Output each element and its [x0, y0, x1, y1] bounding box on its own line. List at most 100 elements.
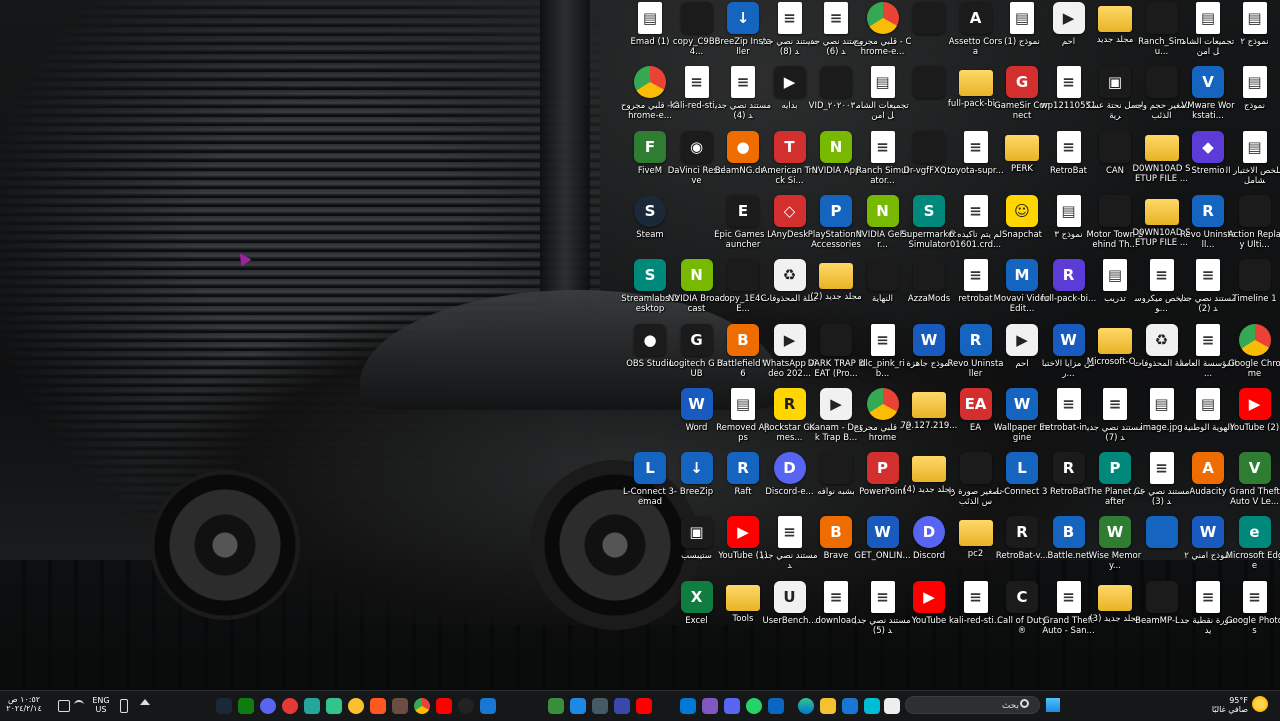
- taskbar-app-icon[interactable]: [570, 698, 586, 714]
- text-doc-icon: ≡: [1057, 388, 1081, 420]
- recycle-icon: ♻: [774, 259, 806, 291]
- clock-time: ١٠:٥٢ ص: [4, 695, 44, 704]
- obs-icon: ●: [634, 324, 666, 356]
- taskbar-app-icon[interactable]: [702, 698, 718, 714]
- search-icon: [1020, 699, 1029, 708]
- taskbar-es-icon[interactable]: [680, 698, 696, 714]
- vmware-icon: V: [1192, 66, 1224, 98]
- taskbar-obs-icon[interactable]: [282, 698, 298, 714]
- taskbar-app-icon[interactable]: [548, 698, 564, 714]
- text-doc-icon: ≡: [871, 324, 895, 356]
- desktop-icon[interactable]: Timeline 1: [1226, 257, 1280, 319]
- movavi-icon: M: [1006, 259, 1038, 291]
- epic-icon: E: [727, 195, 759, 227]
- clock-date: ٢٠٢٤/٢/١٤: [4, 704, 44, 713]
- image-icon: ▣: [1099, 66, 1131, 98]
- desktop-icon[interactable]: VGrand Theft Auto V Le...: [1226, 450, 1280, 512]
- folder-icon: [1005, 135, 1039, 161]
- taskbar-app-icon[interactable]: [304, 698, 320, 714]
- media-icon: ▶: [774, 324, 806, 356]
- speaker-icon[interactable]: [58, 700, 70, 712]
- folder-icon: [912, 392, 946, 418]
- taskbar-brave-icon[interactable]: [370, 698, 386, 714]
- text-doc-icon: ≡: [824, 581, 848, 613]
- supermarket-icon: S: [913, 195, 945, 227]
- text-doc-icon: ≡: [1150, 452, 1174, 484]
- taskbar-app-icon[interactable]: [884, 698, 900, 714]
- nvidia-icon: N: [820, 131, 852, 163]
- weather-widget[interactable]: 95°F صافي غالبًا: [1196, 696, 1248, 714]
- edge-icon: e: [1239, 516, 1271, 548]
- taskbar-app-icon[interactable]: [480, 698, 496, 714]
- text-doc-icon: ≡: [871, 581, 895, 613]
- pdf-doc-icon: ▤: [1243, 66, 1267, 98]
- word-icon: W: [1053, 324, 1085, 356]
- desktop-icon[interactable]: ▤نموذج: [1226, 64, 1280, 126]
- taskbar-discord-icon[interactable]: [260, 698, 276, 714]
- taskbar-app-icon[interactable]: [864, 698, 880, 714]
- wifi-icon[interactable]: [74, 700, 84, 710]
- chevron-up-icon[interactable]: [140, 699, 150, 705]
- folder-icon: [819, 263, 853, 289]
- taskbar-steam-icon[interactable]: [216, 698, 232, 714]
- language-code: ENG: [90, 696, 112, 705]
- discord-icon: D: [774, 452, 806, 484]
- breezip-icon: ↓: [681, 452, 713, 484]
- text-doc-icon: ≡: [778, 2, 802, 34]
- taskbar-app-icon[interactable]: [768, 698, 784, 714]
- dark-file-icon: [820, 452, 852, 484]
- logitech-icon: G: [681, 324, 713, 356]
- desktop-icon-label: Steam: [621, 230, 679, 240]
- desktop-icon[interactable]: ▤نموذج ٢: [1226, 0, 1280, 62]
- taskbar-streamlabs-icon[interactable]: [326, 698, 342, 714]
- word-icon: W: [1192, 516, 1224, 548]
- taskbar-logitech-icon[interactable]: [458, 698, 474, 714]
- taskbar-edge-icon[interactable]: [798, 698, 814, 714]
- youtube-icon: ▶: [1239, 388, 1271, 420]
- taskbar-app-icon[interactable]: [392, 698, 408, 714]
- text-doc-icon: ≡: [871, 131, 895, 163]
- davinci-icon: ◉: [681, 131, 713, 163]
- media-icon: ▶: [820, 388, 852, 420]
- text-doc-icon: ≡: [1057, 66, 1081, 98]
- chrome-icon: [867, 2, 899, 34]
- pdf-doc-icon: ▤: [731, 388, 755, 420]
- taskbar-app-icon[interactable]: [614, 698, 630, 714]
- text-doc-icon: ≡: [1196, 259, 1220, 291]
- windows-start-button[interactable]: [1046, 698, 1060, 712]
- clock[interactable]: ١٠:٥٢ ص ٢٠٢٤/٢/١٤: [4, 695, 44, 713]
- taskbar-whatsapp-icon[interactable]: [746, 698, 762, 714]
- powerpoint-icon: P: [867, 452, 899, 484]
- battery-icon[interactable]: [120, 699, 128, 713]
- taskbar-youtube-icon[interactable]: [636, 698, 652, 714]
- dark-file-icon: [867, 259, 899, 291]
- gamesir-icon: G: [1006, 66, 1038, 98]
- desktop-icon[interactable]: eMicrosoft Edge: [1226, 514, 1280, 576]
- language-indicator[interactable]: ENG US: [90, 696, 112, 714]
- taskbar-youtube-icon[interactable]: [436, 698, 452, 714]
- dark-file-icon: [820, 324, 852, 356]
- retrobat-icon: R: [1006, 516, 1038, 548]
- taskbar-xbox-icon[interactable]: [238, 698, 254, 714]
- anydesk-icon: ◇: [774, 195, 806, 227]
- pdf-doc-icon: ▤: [1057, 195, 1081, 227]
- dark-file-icon: [913, 259, 945, 291]
- winrar-icon: R: [1053, 259, 1085, 291]
- taskbar-file-explorer-icon[interactable]: [820, 698, 836, 714]
- dark-file-icon: [913, 2, 945, 34]
- taskbar-chrome-icon[interactable]: [414, 698, 430, 714]
- taskbar-discord-icon[interactable]: [724, 698, 740, 714]
- weather-sun-icon[interactable]: [1252, 696, 1268, 712]
- desktop-icon[interactable]: Google Chrome: [1226, 322, 1280, 384]
- word-icon: W: [867, 516, 899, 548]
- desktop-icon[interactable]: SSteam: [621, 193, 679, 255]
- desktop-icon[interactable]: ▶YouTube (2): [1226, 386, 1280, 448]
- desktop-icon[interactable]: Action Replay Ulti...: [1226, 193, 1280, 255]
- desktop-icon[interactable]: ≡Google Photos: [1226, 579, 1280, 641]
- desktop-icon-label: Google Photos: [1226, 616, 1280, 636]
- desktop-icon[interactable]: ▤ملخص الاختبار الشامل: [1226, 129, 1280, 191]
- taskbar-app-icon[interactable]: [842, 698, 858, 714]
- taskbar-app-icon[interactable]: [348, 698, 364, 714]
- taskbar-app-icon[interactable]: [592, 698, 608, 714]
- folder-icon: [1098, 6, 1132, 32]
